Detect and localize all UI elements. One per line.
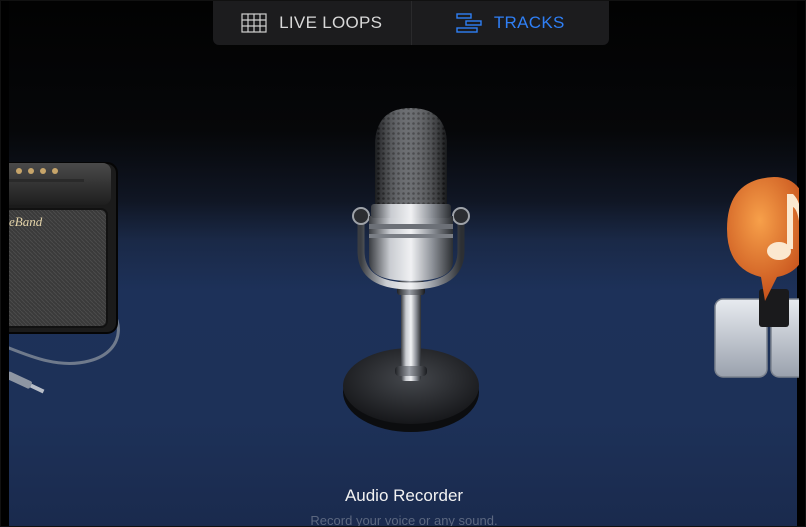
- tab-tracks-label: TRACKS: [493, 13, 565, 32]
- tracks-icon: [456, 13, 482, 33]
- instrument-subtitle: Record your voice or any sound.: [310, 513, 498, 527]
- grid-icon: [241, 13, 267, 33]
- tab-live-loops[interactable]: LIVE LOOPS: [213, 1, 412, 45]
- keyboard-music-icon: [714, 177, 799, 378]
- view-segmented-control: LIVE LOOPS TRACKS: [213, 1, 609, 45]
- app-window: LIVE LOOPS TRACKS eBand Audio Recorder R…: [0, 0, 806, 527]
- microphone-icon: [343, 108, 479, 432]
- tab-tracks[interactable]: TRACKS: [412, 1, 610, 45]
- instrument-browser: LIVE LOOPS TRACKS eBand Audio Recorder R…: [9, 1, 799, 527]
- keyboard-instrument[interactable]: [699, 159, 799, 379]
- left-edge: [1, 1, 9, 526]
- tab-live-loops-label: LIVE LOOPS: [279, 13, 383, 32]
- audio-recorder-instrument[interactable]: [331, 96, 481, 456]
- guitar-amp-icon: eBand: [9, 162, 120, 394]
- instrument-title: Audio Recorder: [344, 486, 464, 505]
- guitar-amp-instrument[interactable]: eBand: [9, 151, 129, 396]
- amp-brand-text: eBand: [9, 214, 43, 229]
